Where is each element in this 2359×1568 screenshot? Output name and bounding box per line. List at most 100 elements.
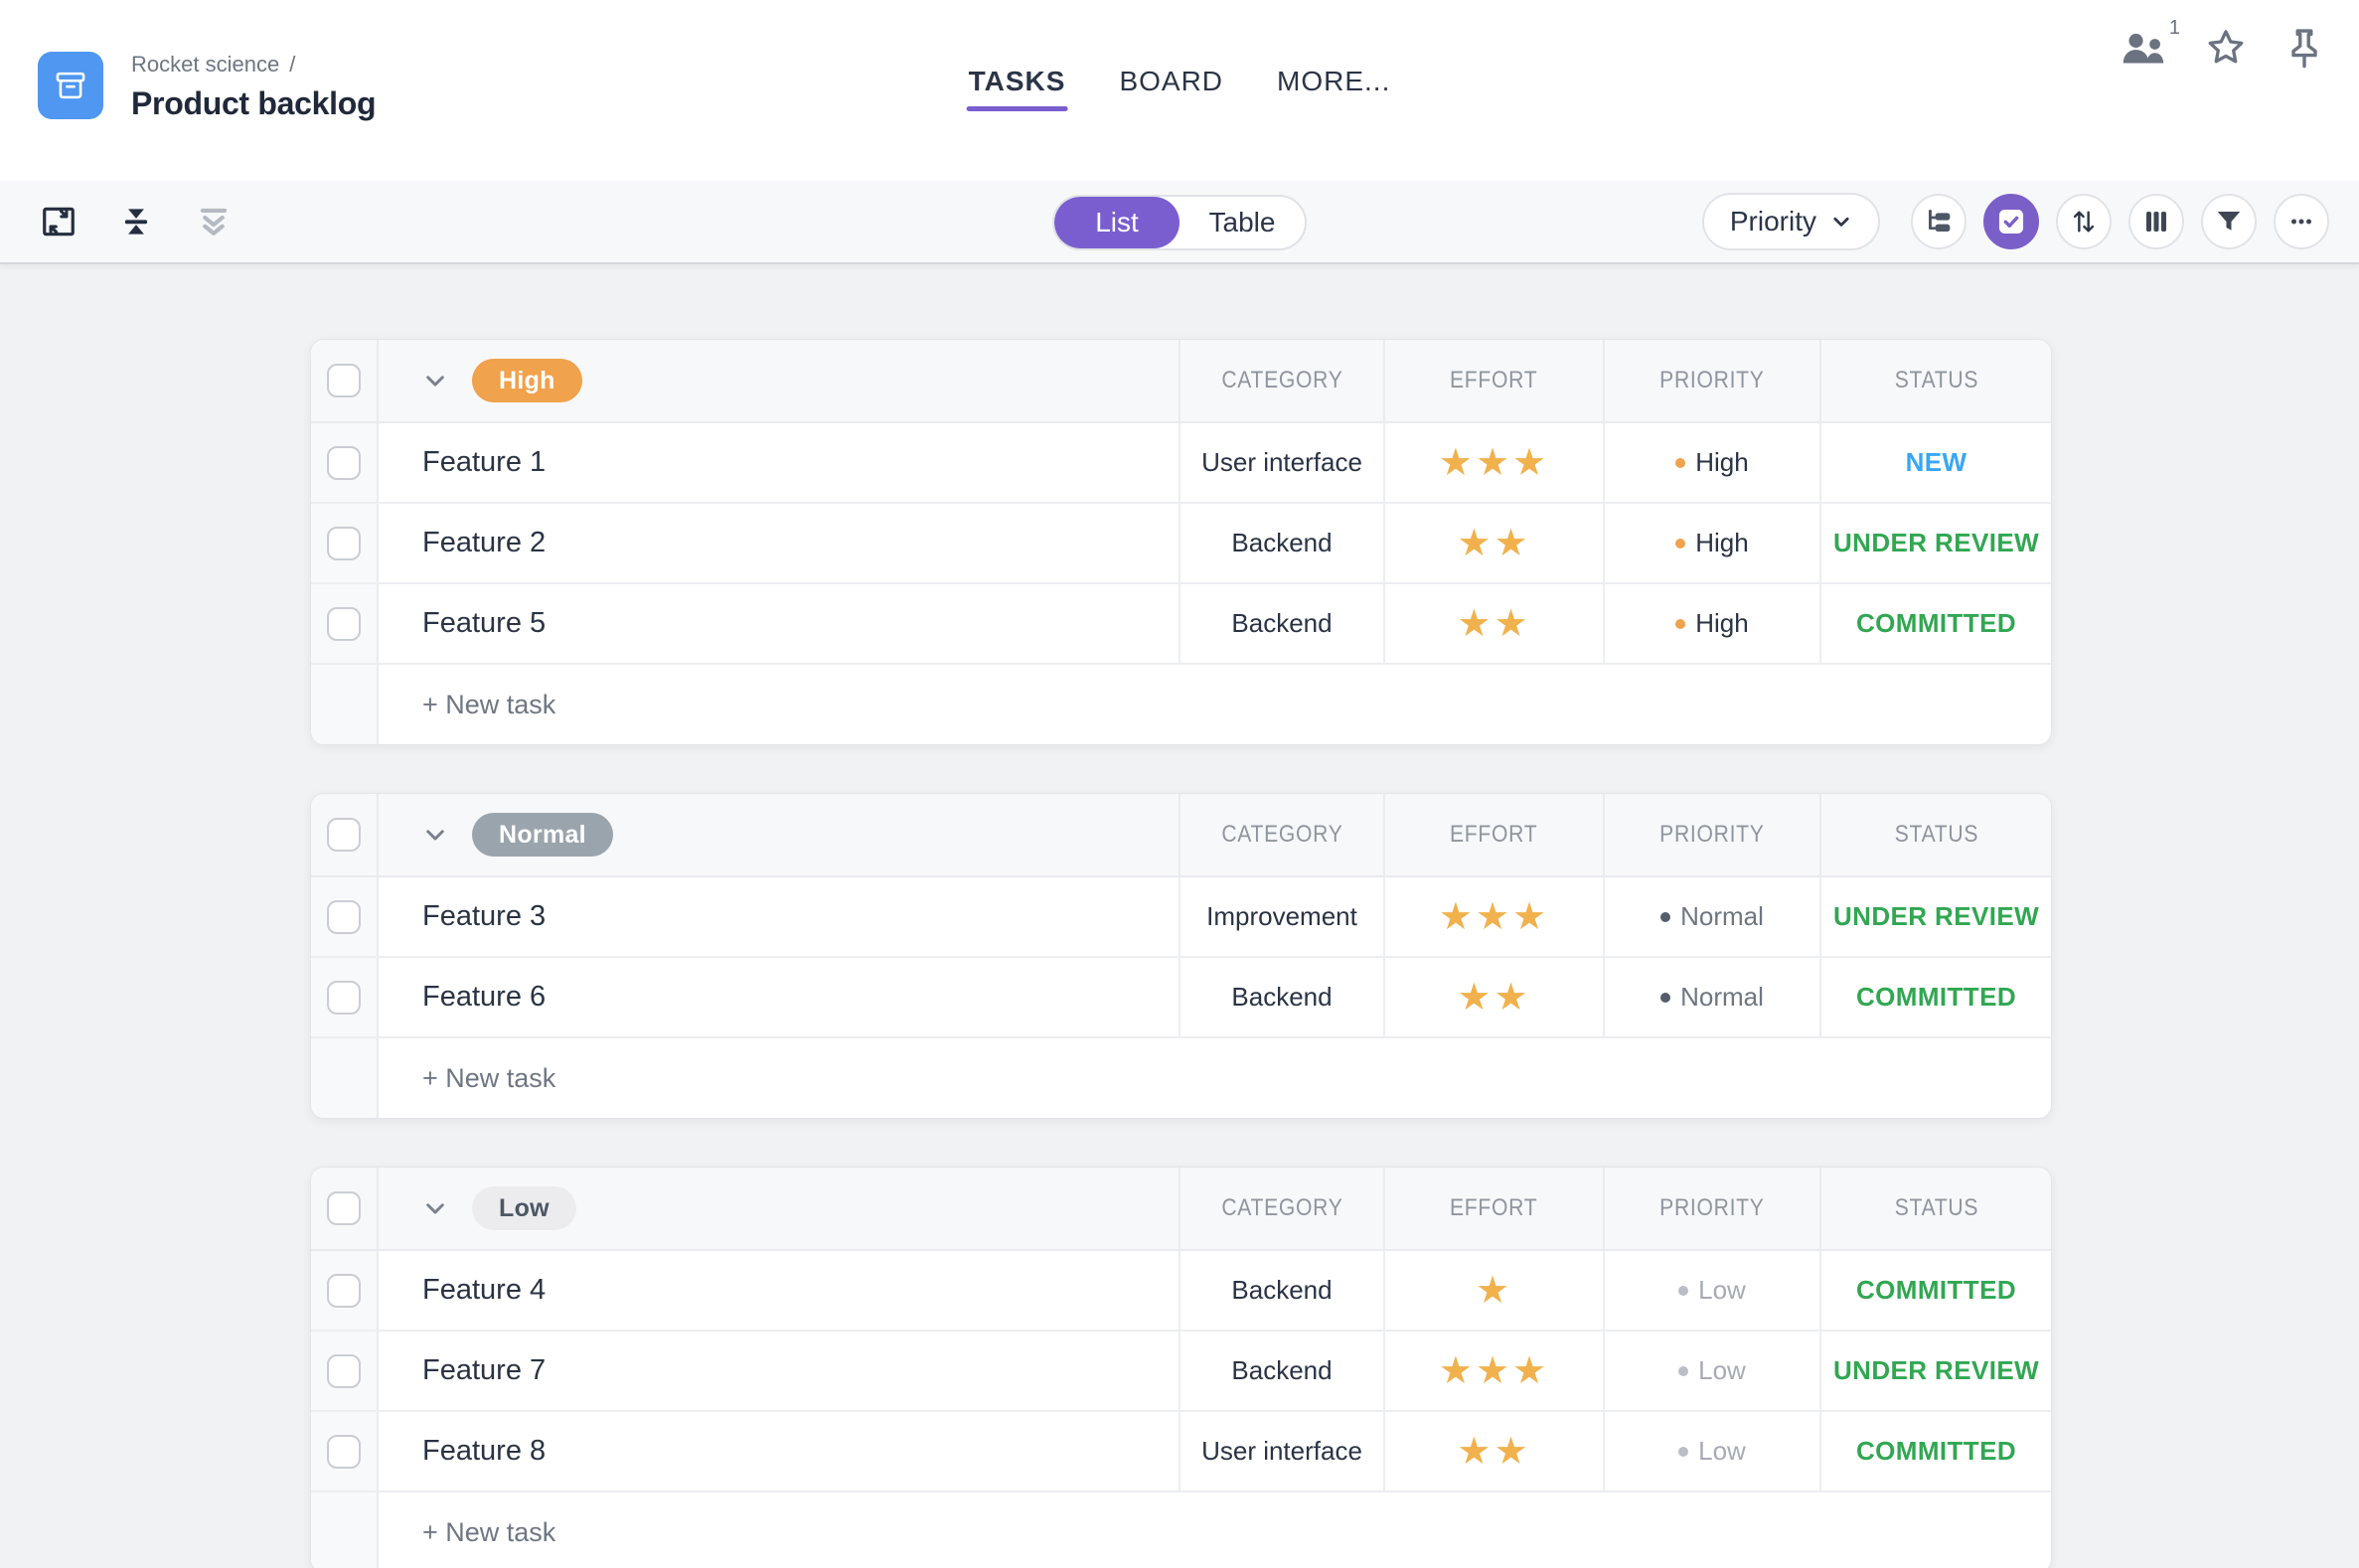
select-tasks-icon[interactable] (1983, 194, 2039, 249)
tab-more[interactable]: MORE... (1277, 66, 1390, 111)
maximize-icon[interactable] (40, 203, 78, 240)
pin-icon[interactable] (2283, 26, 2325, 70)
task-priority: High (1695, 447, 1749, 477)
new-task-row[interactable]: + New task (311, 665, 2051, 744)
group-badge[interactable]: Normal (472, 813, 613, 857)
new-task-label[interactable]: + New task (379, 1492, 2051, 1568)
task-list: High CATEGORY EFFORT PRIORITY STATUS Fea… (0, 264, 2359, 1568)
task-name[interactable]: Feature 5 (379, 584, 1179, 663)
task-select-checkbox[interactable] (327, 526, 361, 560)
task-name[interactable]: Feature 2 (379, 504, 1179, 582)
task-effort-stars[interactable]: ★★★ (1383, 877, 1603, 956)
group-badge[interactable]: High (472, 359, 582, 402)
task-select-checkbox[interactable] (327, 445, 361, 480)
task-priority-cell[interactable]: High (1603, 504, 1819, 582)
group-by-select[interactable]: Priority (1701, 193, 1880, 250)
task-row[interactable]: Feature 6 Backend ★★ Normal COMMITTED (311, 958, 2051, 1038)
new-task-label[interactable]: + New task (379, 665, 2051, 744)
group-select-checkbox[interactable] (327, 1191, 361, 1225)
task-effort-stars[interactable]: ★ (1383, 1251, 1603, 1330)
task-effort-stars[interactable]: ★★ (1383, 1412, 1603, 1490)
task-priority-cell[interactable]: Normal (1603, 877, 1819, 956)
task-priority-cell[interactable]: Normal (1603, 958, 1819, 1036)
view-toggle-list[interactable]: List (1054, 197, 1180, 248)
task-category[interactable]: Backend (1179, 1251, 1383, 1330)
archive-box-icon[interactable] (38, 52, 103, 119)
task-row[interactable]: Feature 3 Improvement ★★★ Normal UNDER R… (311, 877, 2051, 958)
task-name[interactable]: Feature 1 (379, 423, 1179, 502)
group-badge[interactable]: Low (472, 1186, 576, 1230)
task-status[interactable]: COMMITTED (1819, 1412, 2051, 1490)
task-effort-stars[interactable]: ★★★ (1383, 1332, 1603, 1410)
task-status[interactable]: COMMITTED (1819, 958, 2051, 1036)
task-status[interactable]: COMMITTED (1819, 584, 2051, 663)
task-status[interactable]: UNDER REVIEW (1819, 877, 2051, 956)
tab-tasks[interactable]: TASKS (966, 66, 1068, 111)
task-select-checkbox[interactable] (327, 1273, 361, 1308)
hierarchy-icon[interactable] (1911, 194, 1966, 249)
column-header-status: STATUS (1819, 1168, 2051, 1249)
task-row[interactable]: Feature 4 Backend ★ Low COMMITTED (311, 1251, 2051, 1332)
task-status[interactable]: UNDER REVIEW (1819, 504, 2051, 582)
task-row[interactable]: Feature 5 Backend ★★ High COMMITTED (311, 584, 2051, 665)
task-effort-stars[interactable]: ★★ (1383, 584, 1603, 663)
task-category[interactable]: Backend (1179, 958, 1383, 1036)
priority-dot (1660, 911, 1671, 922)
task-priority-cell[interactable]: High (1603, 584, 1819, 663)
expand-all-icon[interactable] (195, 203, 233, 240)
more-icon[interactable] (2274, 194, 2329, 249)
task-category[interactable]: User interface (1179, 1412, 1383, 1490)
chevron-down-icon[interactable] (422, 1195, 448, 1221)
task-priority-cell[interactable]: Low (1603, 1412, 1819, 1490)
task-status[interactable]: NEW (1819, 423, 2051, 502)
task-effort-stars[interactable]: ★★★ (1383, 423, 1603, 502)
task-select-checkbox[interactable] (327, 1353, 361, 1388)
task-group-card: High CATEGORY EFFORT PRIORITY STATUS Fea… (310, 339, 2052, 745)
chevron-down-icon[interactable] (422, 368, 448, 393)
columns-icon[interactable] (2128, 194, 2184, 249)
task-select-checkbox[interactable] (327, 899, 361, 934)
view-toggle-table[interactable]: Table (1180, 197, 1305, 248)
task-effort-stars[interactable]: ★★ (1383, 958, 1603, 1036)
collaborators-icon[interactable]: 1 (2121, 17, 2180, 67)
task-effort-stars[interactable]: ★★ (1383, 504, 1603, 582)
tab-board[interactable]: BOARD (1119, 66, 1223, 111)
task-name[interactable]: Feature 4 (379, 1251, 1179, 1330)
task-select-checkbox[interactable] (327, 606, 361, 641)
group-select-checkbox[interactable] (327, 364, 361, 397)
new-task-label[interactable]: + New task (379, 1038, 2051, 1118)
task-status[interactable]: COMMITTED (1819, 1251, 2051, 1330)
task-priority: Low (1698, 1355, 1746, 1385)
task-name[interactable]: Feature 7 (379, 1332, 1179, 1410)
task-row[interactable]: Feature 1 User interface ★★★ High NEW (311, 423, 2051, 504)
star-icon[interactable] (2204, 26, 2248, 70)
group-gutter (311, 1168, 379, 1249)
chevron-down-icon[interactable] (422, 822, 448, 848)
task-category[interactable]: Backend (1179, 584, 1383, 663)
task-priority-cell[interactable]: Low (1603, 1251, 1819, 1330)
task-category[interactable]: Backend (1179, 504, 1383, 582)
task-select-checkbox[interactable] (327, 1434, 361, 1469)
task-priority-cell[interactable]: High (1603, 423, 1819, 502)
task-category[interactable]: Improvement (1179, 877, 1383, 956)
new-task-row[interactable]: + New task (311, 1492, 2051, 1568)
task-select-checkbox[interactable] (327, 980, 361, 1015)
task-row[interactable]: Feature 7 Backend ★★★ Low UNDER REVIEW (311, 1332, 2051, 1412)
task-status[interactable]: UNDER REVIEW (1819, 1332, 2051, 1410)
task-category[interactable]: User interface (1179, 423, 1383, 502)
task-row[interactable]: Feature 2 Backend ★★ High UNDER REVIEW (311, 504, 2051, 584)
task-category[interactable]: Backend (1179, 1332, 1383, 1410)
task-name[interactable]: Feature 3 (379, 877, 1179, 956)
breadcrumb[interactable]: Rocket science / (131, 52, 376, 78)
breadcrumb-collection[interactable]: Rocket science (131, 52, 279, 78)
task-name[interactable]: Feature 6 (379, 958, 1179, 1036)
filter-icon[interactable] (2201, 194, 2257, 249)
task-gutter (311, 1251, 379, 1330)
group-select-checkbox[interactable] (327, 818, 361, 852)
task-row[interactable]: Feature 8 User interface ★★ Low COMMITTE… (311, 1412, 2051, 1492)
collapse-rows-icon[interactable] (117, 203, 155, 240)
sort-icon[interactable] (2056, 194, 2112, 249)
task-priority-cell[interactable]: Low (1603, 1332, 1819, 1410)
new-task-row[interactable]: + New task (311, 1038, 2051, 1118)
task-name[interactable]: Feature 8 (379, 1412, 1179, 1490)
